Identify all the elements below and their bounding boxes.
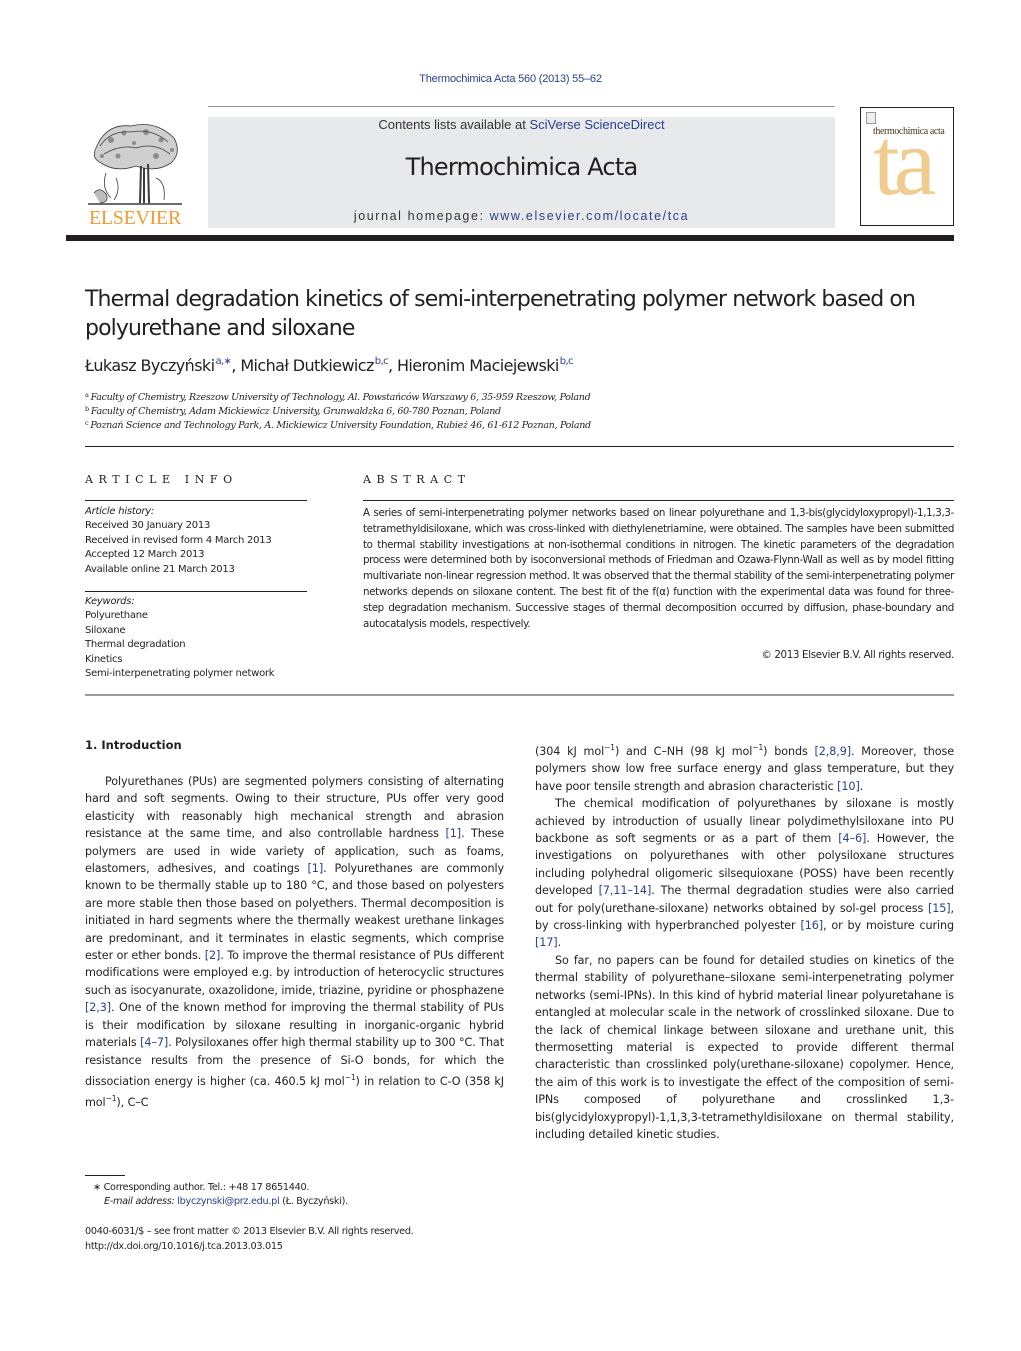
body-paragraph: So far, no papers can be found for detai… — [535, 953, 954, 1141]
article-info-rule — [85, 500, 307, 501]
keyword: Kinetics — [85, 653, 123, 665]
contents-prefix: Contents lists available at — [378, 117, 530, 132]
body-paragraph: Polyurethanes (PUs) are segmented polyme… — [85, 775, 504, 1110]
homepage-line: journal homepage: www.elsevier.com/locat… — [208, 209, 835, 223]
elsevier-logo[interactable]: ELSEVIER — [84, 118, 186, 230]
keyword: Thermal degradation — [85, 639, 186, 651]
header-thick-rule — [66, 235, 954, 241]
elsevier-wordmark: ELSEVIER — [88, 207, 182, 229]
article-history: Article history: Received 30 January 201… — [85, 505, 272, 577]
keywords: Keywords: Polyurethane Siloxane Thermal … — [85, 595, 275, 681]
keyword: Siloxane — [85, 624, 126, 636]
superscript: −1 — [105, 1094, 117, 1104]
header-rule — [208, 106, 835, 107]
history-label: Article history: — [85, 506, 155, 517]
contents-line: Contents lists available at SciVerse Sci… — [208, 117, 835, 132]
journal-homepage-link[interactable]: www.elsevier.com/locate/tca — [490, 209, 690, 223]
citation-link[interactable]: [10] — [837, 780, 860, 793]
homepage-prefix: journal homepage: — [353, 209, 490, 223]
author-separator: , — [388, 356, 397, 375]
corresponding-author-note: ∗ Corresponding author. Tel.: +48 17 865… — [93, 1182, 310, 1193]
affiliation-a: a Faculty of Chemistry, Rzeszow Universit… — [85, 391, 591, 403]
author-affil-mark[interactable]: b,c — [375, 356, 389, 367]
abstract-copyright: © 2013 Elsevier B.V. All rights reserved… — [761, 649, 954, 661]
footnote-rule — [85, 1175, 125, 1176]
author-name[interactable]: Michał Dutkiewicz — [240, 356, 374, 375]
affiliation-c: c Poznań Science and Technology Park, A. … — [85, 419, 591, 431]
citation-link[interactable]: [2,8,9] — [815, 745, 852, 758]
citation-link[interactable]: [15] — [928, 902, 951, 915]
email-note: E-mail address: lbyczynski@prz.edu.pl (Ł… — [104, 1196, 348, 1207]
cover-title: thermochimica acta — [873, 126, 945, 137]
body-column-right: (304 kJ mol−1) and C–NH (98 kJ mol−1) bo… — [535, 739, 954, 1143]
author-email-link[interactable]: lbyczynski@prz.edu.pl — [177, 1196, 279, 1207]
author-affil-mark[interactable]: a,∗ — [215, 356, 231, 367]
keyword: Semi-interpenetrating polymer network — [85, 668, 275, 680]
affiliation-mark: b — [85, 405, 89, 413]
journal-cover-thumbnail[interactable]: ta thermochimica acta — [860, 107, 954, 226]
affiliation-mark: a — [85, 391, 89, 399]
history-item: Received in revised form 4 March 2013 — [85, 534, 272, 546]
sciencedirect-link[interactable]: SciVerse ScienceDirect — [529, 117, 664, 132]
abstract-rule — [363, 500, 954, 501]
history-item: Accepted 12 March 2013 — [85, 549, 205, 561]
superscript: −1 — [344, 1072, 356, 1082]
author-affil-mark[interactable]: b,c — [560, 356, 574, 367]
abstract-end-rule — [85, 694, 954, 696]
citation-link[interactable]: [2] — [205, 949, 221, 962]
history-item: Available online 21 March 2013 — [85, 563, 235, 575]
elsevier-tree-icon — [88, 124, 182, 205]
author-name[interactable]: Hieronim Maciejewski — [397, 356, 559, 375]
superscript: −1 — [604, 743, 615, 752]
citation-link[interactable]: [16] — [800, 919, 823, 932]
author-separator: , — [231, 356, 241, 375]
section-heading-introduction: 1. Introduction — [85, 738, 182, 752]
email-suffix: (Ł. Byczyński). — [279, 1196, 348, 1207]
citation-link[interactable]: [4–7] — [140, 1036, 168, 1049]
citation-link[interactable]: [4–6] — [838, 832, 866, 845]
doi-link[interactable]: http://dx.doi.org/10.1016/j.tca.2013.03.… — [85, 1241, 283, 1252]
citation-link[interactable]: [7,11–14] — [599, 884, 652, 897]
affiliation-text: Poznań Science and Technology Park, A. M… — [90, 420, 591, 431]
author-list: Łukasz Byczyńskia,∗, Michał Dutkiewiczb,… — [85, 356, 574, 375]
superscript: −1 — [752, 743, 764, 752]
email-label: E-mail address: — [104, 1196, 178, 1207]
journal-title: Thermochimica Acta — [405, 153, 639, 181]
keyword: Polyurethane — [85, 610, 148, 622]
citation-link[interactable]: [1] — [308, 862, 324, 875]
keywords-label: Keywords: — [85, 596, 135, 607]
citation-link[interactable]: [17] — [535, 936, 558, 949]
history-item: Received 30 January 2013 — [85, 520, 211, 532]
affiliation-text: Faculty of Chemistry, Rzeszow University… — [90, 392, 591, 403]
issn-line: 0040-6031/$ – see front matter © 2013 El… — [85, 1226, 414, 1237]
citation-link[interactable]: [2,3] — [85, 1001, 111, 1014]
keywords-rule — [85, 591, 307, 592]
paper-title: Thermal degradation kinetics of semi-int… — [85, 287, 916, 341]
abstract-heading: ABSTRACT — [363, 473, 471, 486]
affiliation-mark: c — [85, 419, 89, 427]
body-paragraph: (304 kJ mol−1) and C–NH (98 kJ mol−1) bo… — [535, 743, 954, 793]
journal-citation[interactable]: Thermochimica Acta 560 (2013) 55–62 — [0, 73, 1021, 85]
body-paragraph: The chemical modification of polyurethan… — [535, 797, 954, 950]
article-info-heading: ARTICLE INFO — [85, 473, 238, 486]
affiliation-text: Faculty of Chemistry, Adam Mickiewicz Un… — [90, 406, 501, 417]
body-column-left: Polyurethanes (PUs) are segmented polyme… — [85, 773, 504, 1112]
author-name[interactable]: Łukasz Byczyński — [85, 356, 215, 375]
citation-link[interactable]: [1] — [445, 827, 461, 840]
journal-masthead: Contents lists available at SciVerse Sci… — [208, 117, 835, 228]
affiliation-b: b Faculty of Chemistry, Adam Mickiewicz U… — [85, 405, 501, 417]
abstract-text: A series of semi-interpenetrating polyme… — [363, 507, 954, 630]
affiliation-rule — [85, 446, 954, 447]
